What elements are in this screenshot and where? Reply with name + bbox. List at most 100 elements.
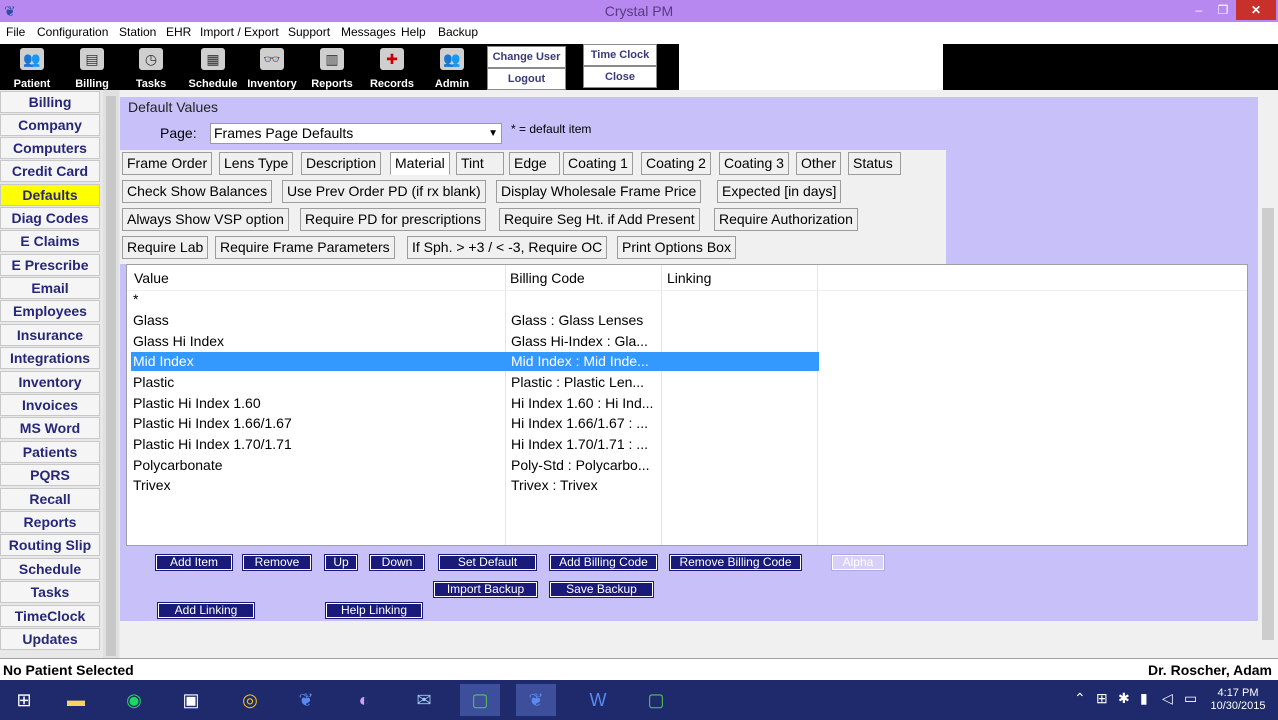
- sidebar-item-billing[interactable]: Billing: [0, 91, 100, 113]
- maximize-button[interactable]: ❐: [1210, 0, 1236, 20]
- tab-edge[interactable]: Edge: [509, 152, 560, 175]
- tab-coating-3[interactable]: Coating 3: [719, 152, 789, 175]
- sidebar-item-integrations[interactable]: Integrations: [0, 347, 100, 369]
- menu-import-export[interactable]: Import / Export: [200, 25, 279, 39]
- toolbar-inventory-button[interactable]: 👓 Inventory: [244, 46, 300, 90]
- check-show-balances-button[interactable]: Check Show Balances: [122, 180, 273, 203]
- display-wholesale-frame-price-button[interactable]: Display Wholesale Frame Price: [496, 180, 702, 203]
- column-header-value[interactable]: Value: [134, 270, 169, 286]
- file-explorer-icon[interactable]: ▬: [56, 684, 96, 716]
- crystal-pm-icon[interactable]: ❦: [286, 684, 326, 716]
- menu-help[interactable]: Help: [401, 25, 426, 39]
- sidebar-item-invoices[interactable]: Invoices: [0, 394, 100, 416]
- use-prev-order-pd-button[interactable]: Use Prev Order PD (if rx blank): [282, 180, 486, 203]
- close-button[interactable]: Close: [583, 66, 657, 88]
- main-scroll-thumb[interactable]: [1262, 208, 1274, 640]
- menu-support[interactable]: Support: [288, 25, 330, 39]
- add-billing-code-button[interactable]: Add Billing Code: [549, 554, 658, 571]
- require-oc-button[interactable]: If Sph. > +3 / < -3, Require OC: [407, 236, 608, 259]
- sidebar-item-insurance[interactable]: Insurance: [0, 324, 100, 346]
- sidebar-item-credit-card[interactable]: Credit Card: [0, 160, 100, 182]
- close-window-button[interactable]: ✕: [1236, 0, 1276, 20]
- main-scrollbar[interactable]: [1258, 90, 1278, 658]
- table-row[interactable]: Trivex Trivex : Trivex: [131, 476, 819, 495]
- tab-frame-order[interactable]: Frame Order: [122, 152, 213, 175]
- tab-other[interactable]: Other: [796, 152, 842, 175]
- sidebar-item-computers[interactable]: Computers: [0, 137, 100, 159]
- expected-in-days-button[interactable]: Expected [in days]: [717, 180, 842, 203]
- sidebar-item-employees[interactable]: Employees: [0, 300, 100, 322]
- tab-description[interactable]: Description: [301, 152, 382, 175]
- sidebar-item-patients[interactable]: Patients: [0, 441, 100, 463]
- paint-icon[interactable]: ◐: [344, 684, 384, 716]
- windows-start-icon[interactable]: ⊞: [4, 684, 44, 716]
- sidebar-item-schedule[interactable]: Schedule: [0, 558, 100, 580]
- sidebar-item-recall[interactable]: Recall: [0, 488, 100, 510]
- tab-coating-2[interactable]: Coating 2: [641, 152, 711, 175]
- table-row[interactable]: Plastic Plastic : Plastic Len...: [131, 373, 819, 392]
- table-row[interactable]: Glass Glass : Glass Lenses: [131, 311, 819, 330]
- up-button[interactable]: Up: [324, 554, 358, 571]
- sidebar-scrollbar[interactable]: [103, 90, 119, 658]
- table-row[interactable]: Polycarbonate Poly-Std : Polycarbo...: [131, 456, 819, 475]
- always-show-vsp-option-button[interactable]: Always Show VSP option: [122, 208, 289, 231]
- sidebar-item-diag-codes[interactable]: Diag Codes: [0, 207, 100, 229]
- require-authorization-button[interactable]: Require Authorization: [714, 208, 858, 231]
- table-row[interactable]: Plastic Hi Index 1.70/1.71 Hi Index 1.70/…: [131, 435, 819, 454]
- menu-backup[interactable]: Backup: [438, 25, 478, 39]
- sidebar-item-defaults[interactable]: Defaults: [0, 184, 100, 206]
- spotify-icon[interactable]: ◉: [114, 684, 154, 716]
- taskbar-clock[interactable]: 4:17 PM 10/30/2015: [1208, 687, 1268, 713]
- sidebar-item-routing-slip[interactable]: Routing Slip: [0, 534, 100, 556]
- sidebar-scroll-thumb[interactable]: [106, 96, 116, 656]
- sidebar-item-inventory[interactable]: Inventory: [0, 371, 100, 393]
- tab-lens-type[interactable]: Lens Type: [219, 152, 294, 175]
- column-header-billing-code[interactable]: Billing Code: [510, 270, 585, 286]
- sidebar-item-company[interactable]: Company: [0, 114, 100, 136]
- save-backup-button[interactable]: Save Backup: [549, 581, 654, 598]
- sidebar-item-reports[interactable]: Reports: [0, 511, 100, 533]
- toolbar-admin-button[interactable]: 👥 Admin: [426, 46, 478, 90]
- toolbar-patient-button[interactable]: 👥 Patient: [6, 46, 58, 90]
- remove-button[interactable]: Remove: [242, 554, 312, 571]
- remove-billing-code-button[interactable]: Remove Billing Code: [669, 554, 802, 571]
- toolbar-reports-button[interactable]: ▥ Reports: [306, 46, 358, 90]
- sidebar-item-email[interactable]: Email: [0, 277, 100, 299]
- change-user-button[interactable]: Change User: [487, 46, 566, 68]
- sidebar-item-e-prescribe[interactable]: E Prescribe: [0, 254, 100, 276]
- sidebar-item-tasks[interactable]: Tasks: [0, 581, 100, 603]
- menu-station[interactable]: Station: [119, 25, 156, 39]
- column-header-linking[interactable]: Linking: [667, 270, 711, 286]
- toolbar-tasks-button[interactable]: ◷ Tasks: [125, 46, 177, 90]
- tab-material[interactable]: Material: [390, 152, 450, 175]
- toolbar-schedule-button[interactable]: ▦ Schedule: [184, 46, 242, 90]
- require-seg-ht-button[interactable]: Require Seg Ht. if Add Present: [499, 208, 700, 231]
- tray-network-alert-icon[interactable]: ✱: [1118, 690, 1130, 707]
- menu-ehr[interactable]: EHR: [166, 25, 191, 39]
- sidebar-item-timeclock[interactable]: TimeClock: [0, 605, 100, 627]
- help-linking-button[interactable]: Help Linking: [325, 602, 423, 619]
- add-item-button[interactable]: Add Item: [155, 554, 233, 571]
- require-lab-button[interactable]: Require Lab: [122, 236, 209, 259]
- table-row[interactable]: *: [131, 290, 819, 309]
- set-default-button[interactable]: Set Default: [438, 554, 537, 571]
- import-backup-button[interactable]: Import Backup: [433, 581, 538, 598]
- word-icon[interactable]: W: [578, 684, 618, 716]
- chrome-icon[interactable]: ◎: [230, 684, 270, 716]
- table-row[interactable]: Plastic Hi Index 1.66/1.67 Hi Index 1.66/…: [131, 414, 819, 433]
- sidebar-item-ms-word[interactable]: MS Word: [0, 417, 100, 439]
- tab-coating-1[interactable]: Coating 1: [563, 152, 633, 175]
- logout-button[interactable]: Logout: [487, 68, 566, 90]
- tray-chevron-icon[interactable]: ⌃: [1074, 690, 1086, 707]
- tray-network-icon[interactable]: ▭: [1184, 690, 1197, 707]
- tray-power-icon[interactable]: ▮: [1140, 690, 1148, 707]
- require-frame-parameters-button[interactable]: Require Frame Parameters: [215, 236, 395, 259]
- tray-volume-icon[interactable]: ◁: [1162, 690, 1173, 707]
- sidebar-item-e-claims[interactable]: E Claims: [0, 230, 100, 252]
- add-linking-button[interactable]: Add Linking: [157, 602, 255, 619]
- sidebar-item-pqrs[interactable]: PQRS: [0, 464, 100, 486]
- tab-status[interactable]: Status: [848, 152, 901, 175]
- tab-tint[interactable]: Tint: [456, 152, 504, 175]
- table-row[interactable]: Plastic Hi Index 1.60 Hi Index 1.60 : Hi …: [131, 394, 819, 413]
- tray-app-icon[interactable]: ⊞: [1096, 690, 1108, 707]
